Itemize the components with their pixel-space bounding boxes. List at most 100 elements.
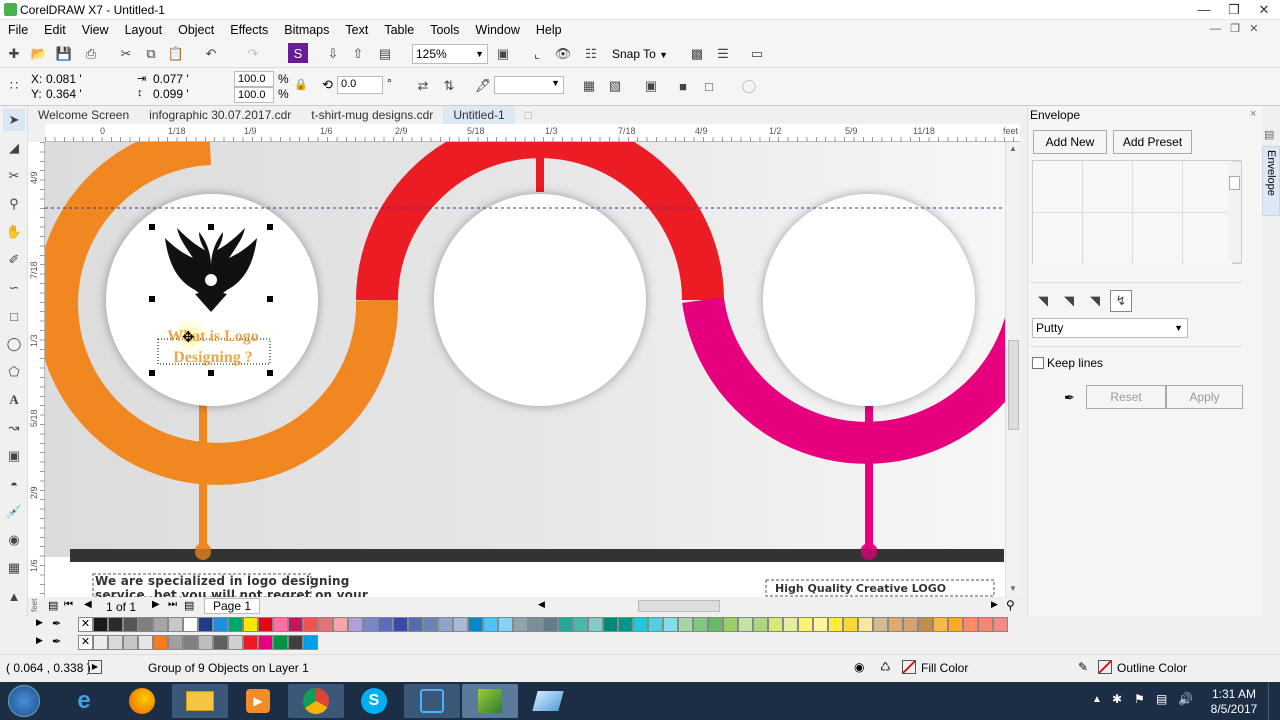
color-swatch[interactable] [318,617,333,632]
preset-scrollbar[interactable] [1228,162,1241,262]
next-page-icon[interactable]: ▶ [152,599,160,610]
show-desktop-button[interactable] [1268,682,1280,720]
color-swatch[interactable] [363,617,378,632]
transparency-tool-icon[interactable]: ◓ [3,473,25,495]
menu-file[interactable]: File [0,20,36,40]
app-taskbar-icon[interactable] [520,684,576,718]
open-icon[interactable]: 📂 [28,43,50,65]
color-swatch[interactable] [573,617,588,632]
capture-taskbar-icon[interactable] [404,684,460,718]
media-player-taskbar-icon[interactable]: ▶ [230,684,286,718]
preset-grid[interactable] [1032,160,1242,264]
color-swatch[interactable] [108,617,123,632]
polygon-tool-icon[interactable]: ⬠ [3,361,25,383]
preset-cell[interactable] [1083,161,1132,212]
color-swatch[interactable] [303,635,318,650]
eyedropper-icon[interactable]: ✒ [1064,390,1075,406]
color-swatch[interactable] [153,635,168,650]
rotation-field[interactable]: 0.0 [337,76,383,94]
connector-tool-icon[interactable]: ↝ [3,417,25,439]
color-swatch[interactable] [483,617,498,632]
copy-icon[interactable]: ⧉ [140,43,162,65]
color-swatch[interactable] [258,617,273,632]
no-color-swatch[interactable]: ✕ [78,635,93,650]
color-swatch[interactable] [408,617,423,632]
color-swatch[interactable] [693,617,708,632]
color-swatch[interactable] [843,617,858,632]
color-swatch[interactable] [723,617,738,632]
new-icon[interactable]: ✚ [3,43,25,65]
menu-view[interactable]: View [74,20,117,40]
color-swatch[interactable] [528,617,543,632]
color-swatch[interactable] [123,635,138,650]
ellipse-tool-icon[interactable]: ◯ [3,333,25,355]
outline-width-dropdown[interactable]: ▼ [494,76,564,94]
color-swatch[interactable] [888,617,903,632]
palette-eyedropper-icon[interactable]: ✒ [52,635,61,648]
y-position[interactable]: 0.364 ' [46,87,82,101]
height-field[interactable]: 0.099 ' [153,87,189,101]
tab-infographic[interactable]: infographic 30.07.2017.cdr [139,106,301,124]
add-page-after-icon[interactable]: ▤ [184,599,194,612]
flag-icon[interactable]: ⚑ [1134,692,1145,706]
horizontal-scroll-thumb[interactable] [638,600,720,612]
color-swatch[interactable] [993,617,1008,632]
menu-table[interactable]: Table [376,20,422,40]
add-preset-button[interactable]: Add Preset [1113,130,1192,154]
scroll-down-icon[interactable]: ▼ [1009,584,1017,593]
coreldraw-taskbar-icon[interactable] [462,684,518,718]
zoom-level-dropdown[interactable]: 125% ▼ [412,44,488,64]
ungroup-icon[interactable]: ▧ [604,75,626,97]
outline-pen-status-icon[interactable]: ✎ [1078,660,1088,674]
crop-tool-icon[interactable]: ✂ [3,165,25,187]
tab-tshirt-mug[interactable]: t-shirt-mug designs.cdr [301,106,443,124]
color-swatch[interactable] [498,617,513,632]
menu-window[interactable]: Window [467,20,527,40]
color-swatch[interactable] [768,617,783,632]
preset-cell[interactable] [1083,213,1132,264]
close-icon[interactable]: ✕ [1250,0,1278,20]
preset-cell[interactable] [1133,161,1182,212]
pick-tool-icon[interactable]: ➤ [3,109,25,131]
rulers-icon[interactable]: ⌞ [526,43,548,65]
publish-pdf-icon[interactable]: ▤ [374,43,396,65]
menu-object[interactable]: Object [170,20,222,40]
bluetooth-icon[interactable]: ✱ [1112,692,1122,706]
chrome-taskbar-icon[interactable] [288,684,344,718]
scale-x-field[interactable]: 100.0 [234,71,274,87]
color-swatch[interactable] [813,617,828,632]
smart-fill-icon[interactable]: ▲ [3,585,25,607]
preset-cell[interactable] [1183,213,1232,264]
document-color-icon[interactable]: ◉ [854,660,864,674]
wrap-text-icon[interactable]: ◯ [738,75,760,97]
search-content-icon[interactable]: S [288,43,308,63]
add-new-button[interactable]: Add New [1033,130,1107,154]
menu-layout[interactable]: Layout [117,20,171,40]
color-swatch[interactable] [618,617,633,632]
explorer-taskbar-icon[interactable] [172,684,228,718]
color-swatch[interactable] [198,617,213,632]
color-swatch[interactable] [93,635,108,650]
group-icon[interactable]: ▦ [578,75,600,97]
preset-cell[interactable] [1183,161,1232,212]
snap-to-dropdown[interactable]: Snap To ▼ [612,47,668,61]
color-swatch[interactable] [948,617,963,632]
keep-lines-checkbox[interactable] [1032,357,1044,369]
color-swatch[interactable] [543,617,558,632]
restore-icon[interactable]: ❐ [1220,0,1248,20]
last-page-icon[interactable]: ⏭ [168,599,177,610]
print-icon[interactable]: ⎙ [80,43,102,65]
color-swatch[interactable] [828,617,843,632]
color-swatch[interactable] [243,617,258,632]
cut-icon[interactable]: ✂ [115,43,137,65]
palette-eyedropper-icon[interactable]: ✒ [52,617,61,630]
app-launcher-icon[interactable]: ▭ [746,43,768,65]
palette-scroll-icon[interactable]: ▶ [36,635,43,646]
color-swatch[interactable] [168,635,183,650]
color-swatch[interactable] [213,635,228,650]
color-swatch[interactable] [228,635,243,650]
menu-help[interactable]: Help [528,20,570,40]
object-origin-icon[interactable]: ∷ [3,75,25,97]
color-swatch[interactable] [138,635,153,650]
color-swatch[interactable] [978,617,993,632]
